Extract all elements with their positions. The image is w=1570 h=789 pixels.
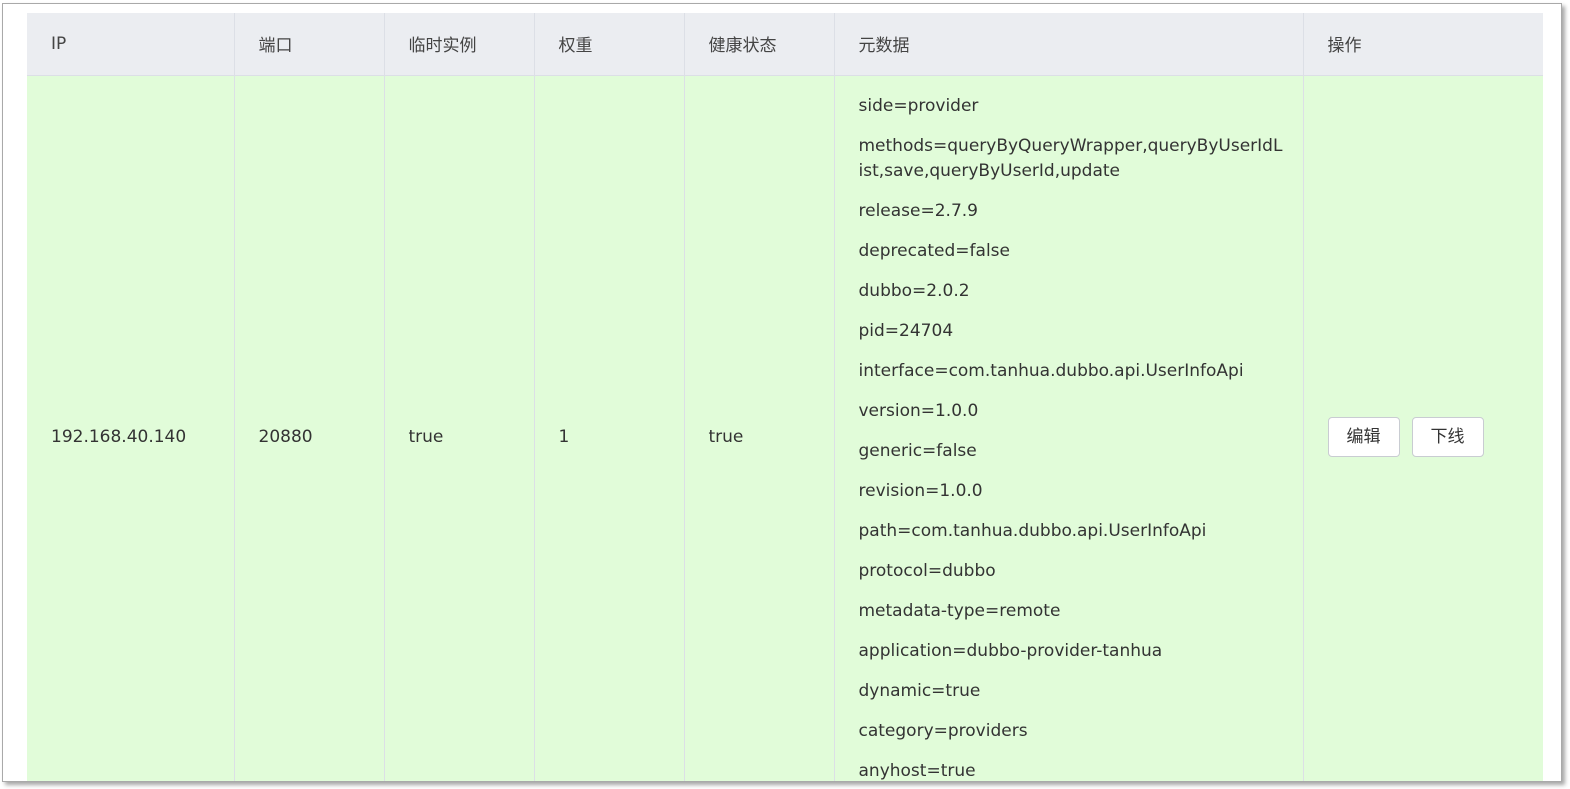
metadata-item: dubbo=2.0.2: [858, 280, 970, 301]
edit-button[interactable]: 编辑: [1327, 417, 1400, 457]
table-row: 192.168.40.140 20880 true 1 true side=pr…: [27, 75, 1543, 781]
metadata-item: revision=1.0.0: [858, 480, 983, 501]
instance-table-container: IP 端口 临时实例 权重 健康状态 元数据 操作 192.168.40.140…: [27, 13, 1543, 781]
metadata-item: metadata-type=remote: [858, 600, 1061, 621]
table-header-row: IP 端口 临时实例 权重 健康状态 元数据 操作: [27, 13, 1543, 76]
header-weight: 权重: [534, 13, 685, 76]
metadata-item: anyhost=true: [858, 760, 976, 781]
offline-button[interactable]: 下线: [1411, 417, 1484, 457]
header-actions: 操作: [1303, 13, 1543, 76]
header-ephemeral: 临时实例: [384, 13, 535, 76]
cell-metadata: side=provider methods=queryByQueryWrappe…: [834, 75, 1304, 781]
metadata-item: side=provider: [858, 95, 979, 116]
metadata-item: release=2.7.9: [858, 200, 979, 221]
metadata-item: dynamic=true: [858, 680, 981, 701]
header-health: 健康状态: [684, 13, 835, 76]
cell-healthy: true: [684, 75, 835, 781]
cell-actions: 编辑 下线: [1303, 75, 1543, 781]
cell-ephemeral: true: [384, 75, 535, 781]
cell-weight: 1: [534, 75, 685, 781]
header-metadata: 元数据: [834, 13, 1304, 76]
metadata-item: protocol=dubbo: [858, 560, 996, 581]
metadata-item: deprecated=false: [858, 240, 1010, 261]
cell-port: 20880: [234, 75, 385, 781]
metadata-item: generic=false: [858, 440, 977, 461]
metadata-item: path=com.tanhua.dubbo.api.UserInfoApi: [858, 520, 1207, 541]
metadata-item: interface=com.tanhua.dubbo.api.UserInfoA…: [858, 360, 1244, 381]
metadata-item: pid=24704: [858, 320, 954, 341]
metadata-item: methods=queryByQueryWrapper,queryByUserI…: [858, 135, 1283, 181]
instance-table: IP 端口 临时实例 权重 健康状态 元数据 操作 192.168.40.140…: [27, 13, 1543, 781]
cell-ip: 192.168.40.140: [27, 75, 235, 781]
header-port: 端口: [234, 13, 385, 76]
metadata-item: application=dubbo-provider-tanhua: [858, 640, 1163, 661]
screenshot-frame: IP 端口 临时实例 权重 健康状态 元数据 操作 192.168.40.140…: [2, 3, 1562, 782]
header-ip: IP: [27, 13, 235, 76]
metadata-item: version=1.0.0: [858, 400, 979, 421]
metadata-item: category=providers: [858, 720, 1028, 741]
